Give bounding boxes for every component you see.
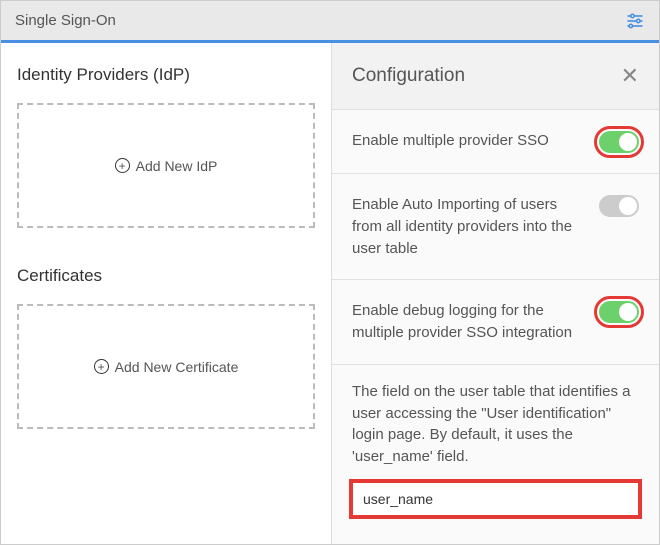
auto-import-toggle[interactable] xyxy=(599,195,639,217)
config-heading: Configuration xyxy=(352,65,465,87)
config-row-debug-log: Enable debug logging for the multiple pr… xyxy=(332,280,659,365)
config-header: Configuration ✕ xyxy=(332,43,659,110)
add-cert-label: Add New Certificate xyxy=(115,359,239,375)
config-row-auto-import: Enable Auto Importing of users from all … xyxy=(332,174,659,280)
settings-icon[interactable] xyxy=(625,11,645,31)
add-idp-label: Add New IdP xyxy=(136,158,218,174)
plus-icon: + xyxy=(94,359,109,374)
config-panel: Configuration ✕ Enable multiple provider… xyxy=(331,43,659,544)
page-title: Single Sign-On xyxy=(15,12,116,29)
debug-log-label: Enable debug logging for the multiple pr… xyxy=(352,300,587,344)
user-field-input[interactable] xyxy=(352,482,639,516)
titlebar: Single Sign-On xyxy=(1,1,659,43)
add-cert-button[interactable]: + Add New Certificate xyxy=(17,304,315,429)
content: Identity Providers (IdP) + Add New IdP C… xyxy=(1,43,659,544)
user-field-desc: The field on the user table that identif… xyxy=(352,381,639,468)
cert-heading: Certificates xyxy=(17,266,315,286)
add-idp-button[interactable]: + Add New IdP xyxy=(17,103,315,228)
config-row-enable-sso: Enable multiple provider SSO xyxy=(332,110,659,174)
auto-import-label: Enable Auto Importing of users from all … xyxy=(352,194,587,259)
debug-log-toggle[interactable] xyxy=(599,301,639,323)
idp-heading: Identity Providers (IdP) xyxy=(17,65,315,85)
app-frame: Single Sign-On Identity Providers (IdP) … xyxy=(0,0,660,545)
enable-sso-toggle[interactable] xyxy=(599,131,639,153)
config-row-user-field: The field on the user table that identif… xyxy=(332,365,659,520)
plus-icon: + xyxy=(115,158,130,173)
close-icon[interactable]: ✕ xyxy=(621,65,639,87)
enable-sso-label: Enable multiple provider SSO xyxy=(352,130,587,152)
left-panel: Identity Providers (IdP) + Add New IdP C… xyxy=(1,43,331,544)
